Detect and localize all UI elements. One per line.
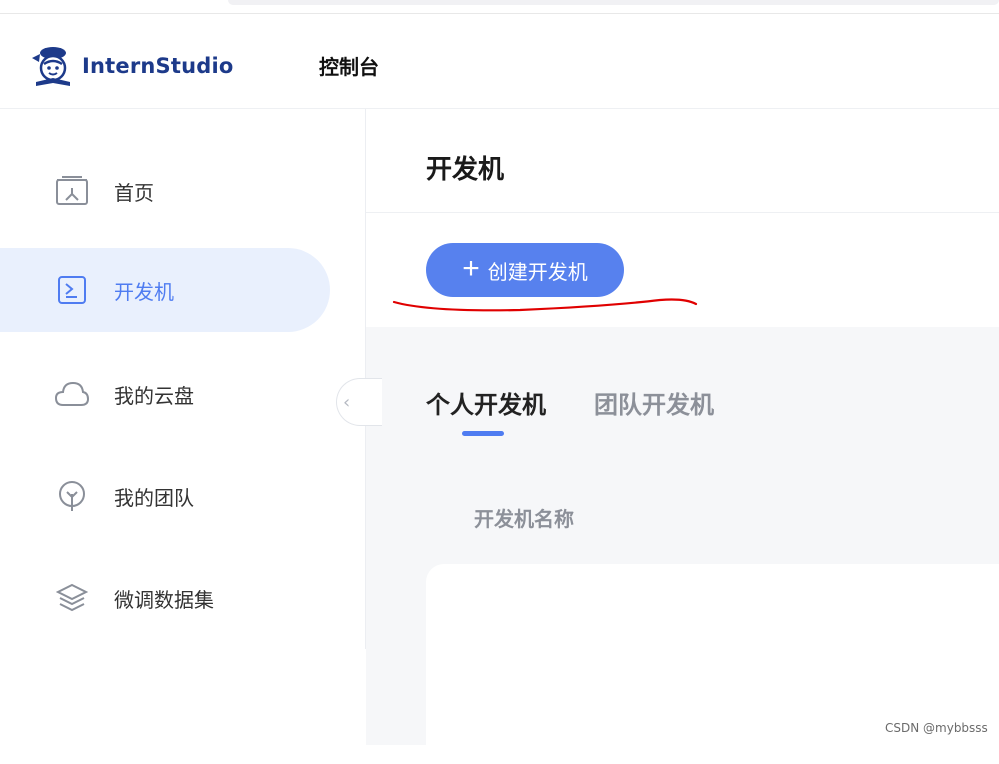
page-title: 开发机 <box>426 155 505 185</box>
sidebar-item-team[interactable]: 我的团队 <box>0 454 330 538</box>
browser-top-strip <box>0 0 999 14</box>
layers-icon <box>54 580 90 616</box>
app-header: InternStudio 控制台 <box>0 14 999 109</box>
sidebar: 首页 开发机 我的云盘 我的团队 微调数据集 <box>0 109 366 745</box>
dev-machine-list-area: 个人开发机 团队开发机 开发机名称 <box>366 327 999 764</box>
browser-tab-bar <box>228 0 999 5</box>
plus-icon: + <box>462 251 480 285</box>
sidebar-item-dev-machine[interactable]: 开发机 <box>0 248 330 332</box>
sidebar-item-finetune-dataset[interactable]: 微调数据集 <box>0 556 330 640</box>
create-button-label: 创建开发机 <box>487 261 588 284</box>
tab-personal-dev-machines[interactable]: 个人开发机 <box>426 385 546 420</box>
logo[interactable]: InternStudio <box>30 44 234 88</box>
chevron-left-icon: ‹ <box>343 392 351 413</box>
tree-icon <box>54 478 90 514</box>
cloud-icon <box>54 376 90 412</box>
sidebar-item-label: 我的团队 <box>114 485 194 510</box>
sidebar-item-cloud-disk[interactable]: 我的云盘 <box>0 352 330 436</box>
home-icon <box>54 173 90 209</box>
tab-team-dev-machines[interactable]: 团队开发机 <box>594 385 714 420</box>
terminal-icon <box>54 272 90 308</box>
active-tab-indicator <box>462 431 504 436</box>
logo-mascot-icon <box>32 47 70 86</box>
create-dev-machine-button[interactable]: + 创建开发机 <box>426 243 624 297</box>
logo-text: InternStudio <box>82 54 234 78</box>
sidebar-item-label: 微调数据集 <box>114 587 214 612</box>
sidebar-item-home[interactable]: 首页 <box>0 149 330 233</box>
sidebar-item-label: 开发机 <box>114 279 174 304</box>
watermark: CSDN @mybbsss <box>885 721 988 735</box>
red-annotation-underline <box>392 298 698 312</box>
sidebar-collapse-button[interactable]: ‹ <box>336 378 382 426</box>
console-title[interactable]: 控制台 <box>319 51 379 80</box>
sidebar-item-label: 我的云盘 <box>114 383 194 408</box>
column-header-name: 开发机名称 <box>474 507 574 531</box>
title-divider <box>366 212 999 213</box>
sidebar-item-label: 首页 <box>114 180 154 205</box>
